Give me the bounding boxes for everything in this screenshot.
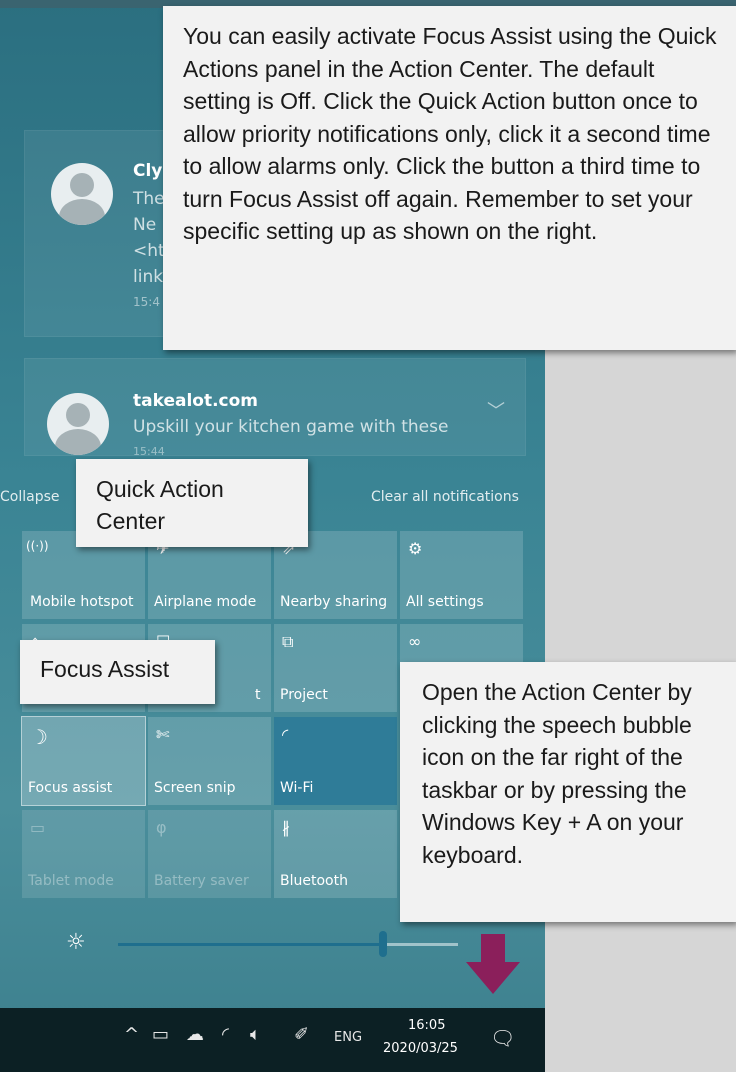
tile-wifi[interactable]: ◜ Wi-Fi [274,717,397,805]
avatar [47,393,109,455]
notification-line: link [133,267,164,287]
collapse-link[interactable]: Collapse [0,489,60,505]
focus-assist-callout: Focus Assist [20,640,215,704]
chevron-down-icon[interactable]: ﹀ [487,397,505,423]
tile-all-settings[interactable]: ⚙ All settings [400,531,523,619]
callout-text: Quick Action Center [96,476,224,534]
brightness-slider-fill [118,943,384,946]
tile-screen-snip[interactable]: ✄ Screen snip [148,717,271,805]
tile-focus-assist[interactable]: ☽ Focus assist [21,716,146,806]
notification-time: 15:44 [133,445,165,458]
callout-text: Focus Assist [40,656,170,682]
tile-label: Wi-Fi [280,780,314,796]
taskbar-edge [545,1008,736,1072]
onedrive-icon[interactable]: ☁ [186,1024,204,1045]
tile-label: Project [280,687,328,703]
avatar [51,163,113,225]
notification-line: <ht [133,241,165,261]
arrow-down-icon [466,934,520,994]
tile-project[interactable]: ⧉ Project [274,624,397,712]
tile-label: Screen snip [154,780,236,796]
chevron-up-icon[interactable]: ^ [124,1024,139,1045]
notification-sender: takealot.com [133,391,259,411]
clock-time[interactable]: 16:05 [408,1018,445,1033]
callout-text: Open the Action Center by clicking the s… [422,679,692,868]
battery-icon[interactable]: ▭ [152,1024,169,1045]
brightness-slider-thumb[interactable] [379,931,388,957]
battery-saver-icon: φ [156,818,167,837]
tablet-icon: ▭ [30,818,46,837]
project-icon: ⧉ [282,632,294,651]
tile-bluetooth[interactable]: ∦ Bluetooth [274,810,397,898]
tile-label: Tablet mode [28,873,114,889]
taskbar: ^ ▭ ☁ ◜ 🔈︎ ✐ ENG 16:05 2020/03/25 🗨︎ [0,1008,545,1072]
notification-card[interactable]: takealot.com Upskill your kitchen game w… [24,358,526,458]
moon-icon: ☽ [30,725,48,749]
tile-label: Bluetooth [280,873,348,889]
gear-icon: ⚙ [408,539,423,558]
tile-label: Airplane mode [154,594,257,610]
notification-time: 15:4 [133,295,160,309]
network-icon: ∞ [408,632,422,651]
bluetooth-icon: ∦ [282,818,290,837]
notification-line: Upskill your kitchen game with these [133,417,449,437]
quick-action-center-callout: Quick Action Center [76,459,308,547]
mobile-hotspot-icon: ((·)) [26,539,49,553]
tile-label: t [255,687,261,703]
tile-label: Battery saver [154,873,249,889]
language-indicator[interactable]: ENG [334,1030,362,1045]
tile-tablet-mode[interactable]: ▭ Tablet mode [22,810,145,898]
callout-text: You can easily activate Focus Assist usi… [183,23,717,244]
tile-label: All settings [406,594,484,610]
clear-all-notifications-link[interactable]: Clear all notifications [371,489,519,505]
wifi-icon[interactable]: ◜ [222,1024,229,1045]
action-center-icon[interactable]: 🗨︎ [490,1026,515,1050]
open-action-center-callout: Open the Action Center by clicking the s… [400,662,736,922]
tile-battery-saver[interactable]: φ Battery saver [148,810,271,898]
brightness-slider[interactable] [118,931,458,957]
clock-date[interactable]: 2020/03/25 [383,1041,458,1056]
notification-line: The [133,189,165,209]
scissors-icon: ✄ [156,725,170,744]
tile-label: Focus assist [28,780,113,796]
pen-icon[interactable]: ✐ [294,1024,309,1045]
notification-sender: Cly [133,161,163,181]
brightness-icon: ☼ [66,930,86,955]
volume-icon[interactable]: 🔈︎ [250,1024,261,1045]
notification-line: Ne [133,215,157,235]
tile-label: Mobile hotspot [30,594,134,610]
wifi-icon: ◜ [282,725,289,744]
focus-assist-info-callout: You can easily activate Focus Assist usi… [163,6,736,350]
tile-label: Nearby sharing [280,594,388,610]
